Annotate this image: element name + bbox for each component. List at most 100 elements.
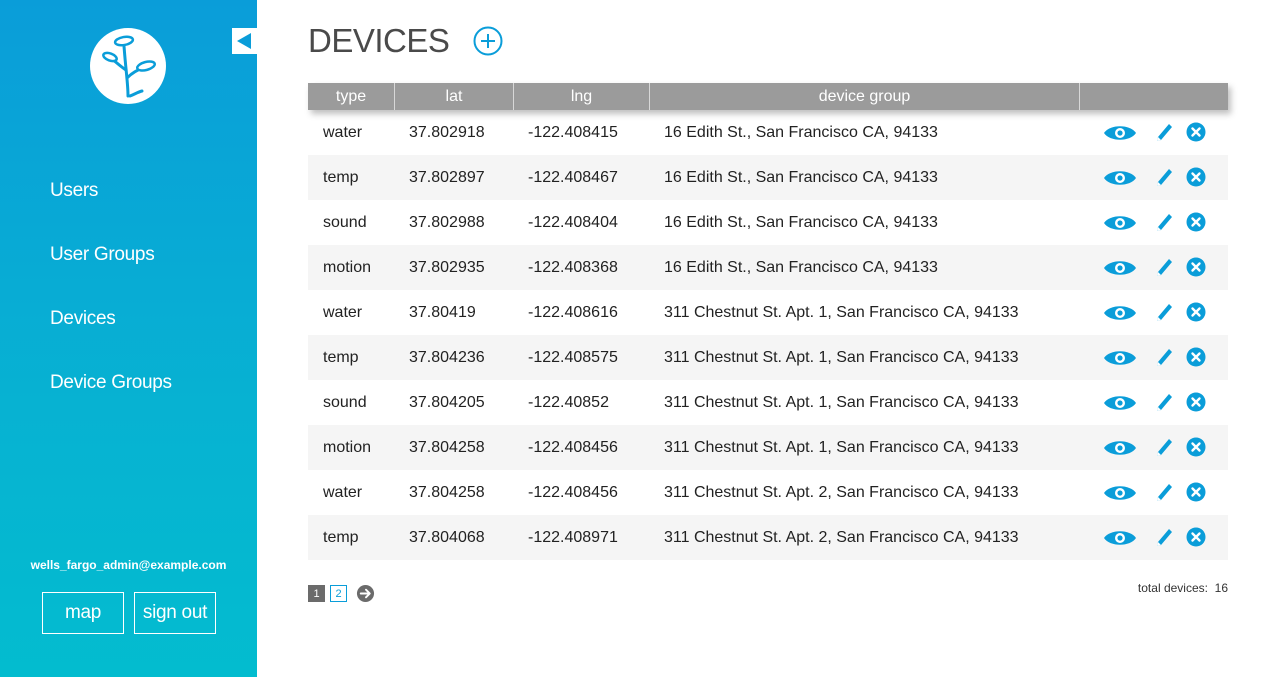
row-actions (1080, 335, 1228, 380)
cell-lng: -122.408575 (528, 348, 618, 366)
close-circle-icon[interactable] (1186, 167, 1206, 192)
cell-type: water (323, 123, 363, 141)
close-circle-icon[interactable] (1186, 527, 1206, 552)
table-row: water 37.804258 -122.408456 311 Chestnut St… (308, 470, 1228, 515)
eye-icon[interactable] (1102, 212, 1138, 239)
eye-icon[interactable] (1102, 122, 1138, 149)
cell-lng: -122.40852 (528, 393, 609, 411)
close-circle-icon[interactable] (1186, 347, 1206, 372)
cell-lng: -122.408456 (528, 483, 618, 501)
row-actions (1080, 515, 1228, 560)
table-row: water 37.802918 -122.408415 16 Edith St., S… (308, 110, 1228, 155)
table-row: temp 37.804068 -122.408971 311 Chestnut St.… (308, 515, 1228, 560)
pencil-icon[interactable] (1154, 165, 1174, 192)
cell-device-group: 311 Chestnut St. Apt. 1, San Francisco C… (664, 393, 1019, 411)
add-device-button[interactable] (473, 26, 503, 56)
close-circle-icon[interactable] (1186, 392, 1206, 417)
cell-type: water (323, 483, 363, 501)
column-header-lng: lng (514, 83, 650, 110)
pencil-icon[interactable] (1154, 525, 1174, 552)
cell-lat: 37.802988 (409, 213, 485, 231)
page-title: DEVICES (308, 22, 450, 59)
cell-lat: 37.802897 (409, 168, 485, 186)
user-email: wells_fargo_admin@example.com (30, 558, 227, 572)
cell-type: sound (323, 393, 367, 411)
close-circle-icon[interactable] (1186, 212, 1206, 237)
row-actions (1080, 155, 1228, 200)
sign-out-button[interactable]: sign out (134, 592, 216, 634)
cell-device-group: 311 Chestnut St. Apt. 2, San Francisco C… (664, 483, 1019, 501)
pencil-icon[interactable] (1154, 345, 1174, 372)
pencil-icon[interactable] (1154, 210, 1174, 237)
eye-icon[interactable] (1102, 392, 1138, 419)
row-actions (1080, 245, 1228, 290)
cell-lat: 37.802935 (409, 258, 485, 276)
cell-type: temp (323, 528, 359, 546)
cell-device-group: 311 Chestnut St. Apt. 2, San Francisco C… (664, 528, 1019, 546)
app-logo (90, 28, 166, 104)
cell-lat: 37.804236 (409, 348, 485, 366)
nav-device-groups[interactable]: Device Groups (50, 372, 172, 394)
cell-device-group: 16 Edith St., San Francisco CA, 94133 (664, 213, 938, 231)
cell-lng: -122.408456 (528, 438, 618, 456)
cell-type: motion (323, 258, 372, 276)
cell-type: motion (323, 438, 372, 456)
arrow-right-circle-icon[interactable] (356, 584, 375, 603)
total-devices-label: total devices: (1137, 581, 1208, 595)
table-row: temp 37.802897 -122.408467 16 Edith St., Sa… (308, 155, 1228, 200)
sidebar: Users User Groups Devices Device Groups … (0, 0, 257, 677)
map-button[interactable]: map (42, 592, 124, 634)
eye-icon[interactable] (1102, 257, 1138, 284)
table-body: water 37.802918 -122.408415 16 Edith St., S… (308, 110, 1228, 560)
column-header-device-group: device group (650, 83, 1080, 110)
pencil-icon[interactable] (1154, 300, 1174, 327)
column-header-type: type (308, 83, 395, 110)
cell-device-group: 311 Chestnut St. Apt. 1, San Francisco C… (664, 348, 1019, 366)
cell-device-group: 16 Edith St., San Francisco CA, 94133 (664, 258, 938, 276)
eye-icon[interactable] (1102, 302, 1138, 329)
table-row: sound 37.804205 -122.40852 311 Chestnut St.… (308, 380, 1228, 425)
cell-lng: -122.408415 (528, 123, 618, 141)
nav-user-groups[interactable]: User Groups (50, 244, 155, 266)
pencil-icon[interactable] (1154, 255, 1174, 282)
eye-icon[interactable] (1102, 527, 1138, 554)
total-devices: total devices: 16 (1138, 581, 1228, 595)
row-actions (1080, 470, 1228, 515)
row-actions (1080, 110, 1228, 155)
cell-device-group: 311 Chestnut St. Apt. 1, San Francisco C… (664, 303, 1019, 321)
table-row: motion 37.804258 -122.408456 311 Chestnut S… (308, 425, 1228, 470)
cell-type: temp (323, 348, 359, 366)
eye-icon[interactable] (1102, 437, 1138, 464)
eye-icon[interactable] (1102, 167, 1138, 194)
close-circle-icon[interactable] (1186, 437, 1206, 462)
cell-device-group: 311 Chestnut St. Apt. 1, San Francisco C… (664, 438, 1019, 456)
pencil-icon[interactable] (1154, 390, 1174, 417)
cell-lat: 37.802918 (409, 123, 485, 141)
cell-device-group: 16 Edith St., San Francisco CA, 94133 (664, 123, 938, 141)
page-1-button[interactable]: 1 (308, 585, 325, 602)
cell-lng: -122.408404 (528, 213, 618, 231)
close-circle-icon[interactable] (1186, 302, 1206, 327)
column-header-lat: lat (395, 83, 514, 110)
pencil-icon[interactable] (1154, 480, 1174, 507)
page-2-button[interactable]: 2 (330, 585, 347, 602)
close-circle-icon[interactable] (1186, 122, 1206, 147)
row-actions (1080, 200, 1228, 245)
close-circle-icon[interactable] (1186, 257, 1206, 282)
total-devices-count: 16 (1214, 581, 1228, 595)
cell-lat: 37.804205 (409, 393, 485, 411)
nav-devices[interactable]: Devices (50, 308, 116, 330)
cell-lng: -122.408971 (528, 528, 618, 546)
nav-users[interactable]: Users (50, 180, 98, 202)
pencil-icon[interactable] (1154, 435, 1174, 462)
table-row: sound 37.802988 -122.408404 16 Edith St., S… (308, 200, 1228, 245)
eye-icon[interactable] (1102, 347, 1138, 374)
eye-icon[interactable] (1102, 482, 1138, 509)
close-circle-icon[interactable] (1186, 482, 1206, 507)
plus-circle-icon (473, 26, 503, 56)
pagination: 1 2 (308, 584, 375, 603)
cell-lng: -122.408368 (528, 258, 618, 276)
devices-table: type lat lng device group water 37.802918… (308, 83, 1228, 560)
pencil-icon[interactable] (1154, 120, 1174, 147)
collapse-sidebar-icon[interactable] (232, 28, 257, 54)
